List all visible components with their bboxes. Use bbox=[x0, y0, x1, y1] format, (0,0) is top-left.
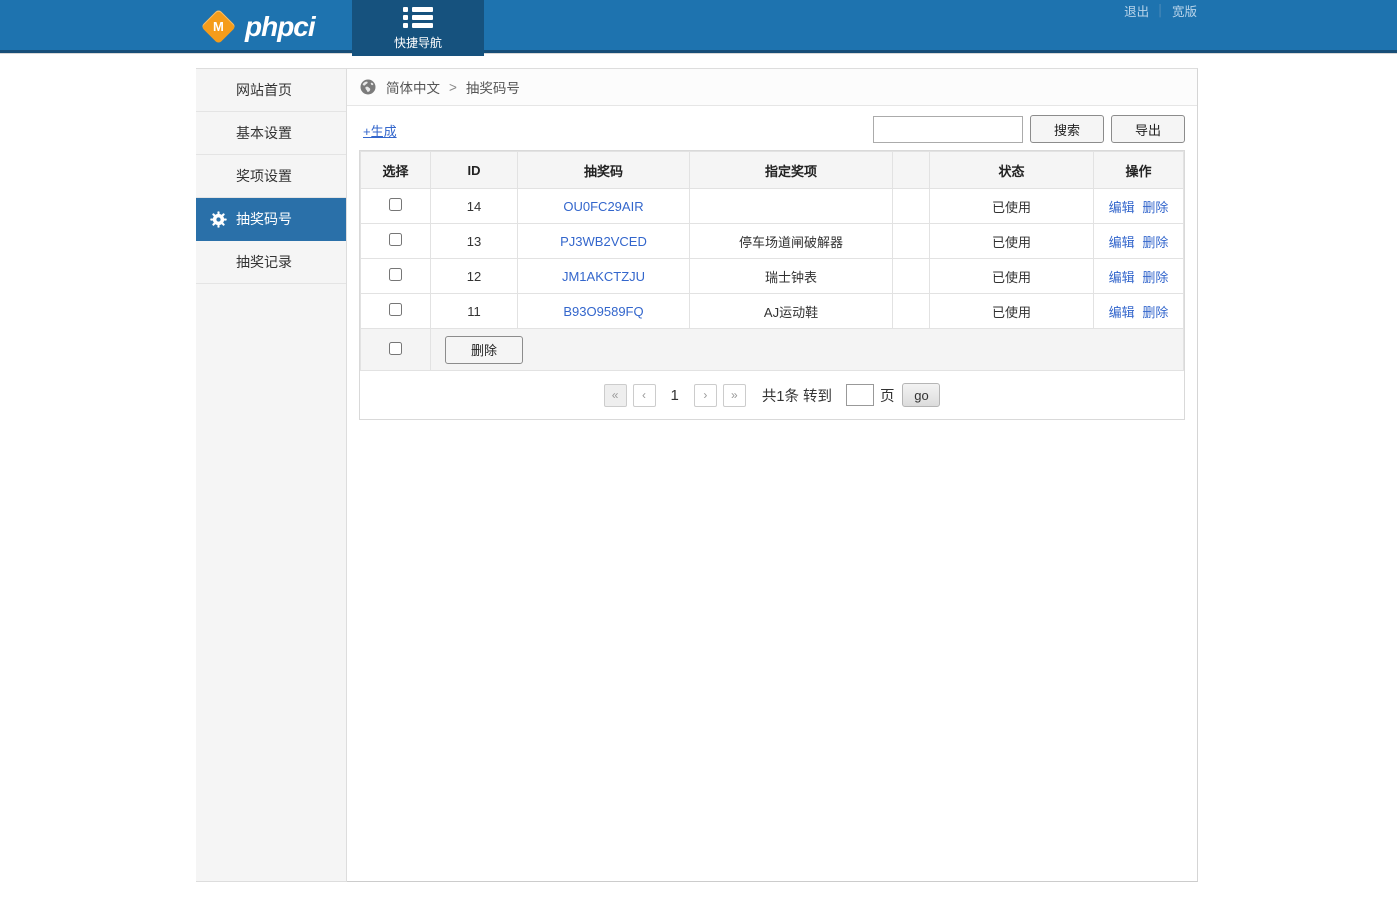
code-link[interactable]: OU0FC29AIR bbox=[563, 199, 643, 214]
bulk-delete-button[interactable]: 删除 bbox=[445, 336, 523, 364]
sidebar-item-basic-settings[interactable]: 基本设置 bbox=[196, 112, 346, 155]
first-page-button[interactable]: « bbox=[604, 384, 627, 407]
sidebar-item-label: 奖项设置 bbox=[236, 168, 292, 184]
cell-prize: 停车场道闸破解器 bbox=[690, 224, 893, 259]
logo-text: phpci bbox=[245, 11, 315, 43]
cell-empty bbox=[893, 189, 930, 224]
last-page-button[interactable]: » bbox=[723, 384, 746, 407]
cell-id: 14 bbox=[431, 189, 518, 224]
code-link[interactable]: JM1AKCTZJU bbox=[562, 269, 645, 284]
breadcrumb-current: 抽奖码号 bbox=[466, 77, 520, 97]
search-input[interactable] bbox=[873, 116, 1023, 143]
next-page-button[interactable]: › bbox=[694, 384, 717, 407]
sidebar-item-prize-settings[interactable]: 奖项设置 bbox=[196, 155, 346, 198]
globe-icon bbox=[359, 78, 377, 96]
search-area: 搜索 导出 bbox=[873, 115, 1185, 143]
row-checkbox[interactable] bbox=[389, 303, 402, 316]
codes-table: 选择 ID 抽奖码 指定奖项 状态 操作 14 OU0FC29AIR bbox=[360, 151, 1184, 371]
pagination-total-text: 共1条 转到 bbox=[762, 385, 832, 406]
content-wrapper: 网站首页 基本设置 奖项设置 bbox=[196, 68, 1198, 882]
edit-link[interactable]: 编辑 bbox=[1109, 305, 1135, 320]
code-link[interactable]: PJ3WB2VCED bbox=[560, 234, 647, 249]
cell-prize: 瑞士钟表 bbox=[690, 259, 893, 294]
sidebar-item-label: 抽奖记录 bbox=[236, 254, 292, 270]
sidebar-item-lottery-records[interactable]: 抽奖记录 bbox=[196, 241, 346, 284]
current-page-number: 1 bbox=[671, 387, 679, 404]
delete-link[interactable]: 删除 bbox=[1142, 305, 1168, 320]
cell-id: 13 bbox=[431, 224, 518, 259]
header-shadow-line bbox=[0, 53, 1397, 54]
sidebar-item-lottery-codes[interactable]: 抽奖码号 bbox=[196, 198, 346, 241]
col-header-actions: 操作 bbox=[1094, 152, 1184, 189]
col-header-code: 抽奖码 bbox=[518, 152, 690, 189]
table-footer-row: 删除 bbox=[361, 329, 1184, 371]
app-logo: M phpci bbox=[206, 0, 315, 53]
top-right-links: 退出 │ 宽版 bbox=[1124, 1, 1197, 20]
search-button[interactable]: 搜索 bbox=[1030, 115, 1104, 143]
cell-prize bbox=[690, 189, 893, 224]
row-checkbox[interactable] bbox=[389, 268, 402, 281]
prev-page-button[interactable]: ‹ bbox=[633, 384, 656, 407]
cell-empty bbox=[893, 294, 930, 329]
sidebar-item-home[interactable]: 网站首页 bbox=[196, 69, 346, 112]
logo-diamond-icon: M bbox=[201, 9, 236, 44]
row-checkbox[interactable] bbox=[389, 233, 402, 246]
cell-empty bbox=[893, 224, 930, 259]
top-header-bar: M phpci 快捷导航 退出 │ 宽版 bbox=[0, 0, 1397, 53]
col-header-id: ID bbox=[431, 152, 518, 189]
codes-table-box: 选择 ID 抽奖码 指定奖项 状态 操作 14 OU0FC29AIR bbox=[359, 150, 1185, 420]
col-header-empty bbox=[893, 152, 930, 189]
edit-link[interactable]: 编辑 bbox=[1109, 270, 1135, 285]
cell-id: 11 bbox=[431, 294, 518, 329]
export-button[interactable]: 导出 bbox=[1111, 115, 1185, 143]
breadcrumb-separator: > bbox=[449, 80, 457, 95]
cell-status: 已使用 bbox=[930, 294, 1094, 329]
col-header-status: 状态 bbox=[930, 152, 1094, 189]
quick-nav-button[interactable]: 快捷导航 bbox=[352, 0, 484, 56]
edit-link[interactable]: 编辑 bbox=[1109, 200, 1135, 215]
go-button[interactable]: go bbox=[902, 383, 940, 407]
logo-letter: M bbox=[213, 19, 224, 34]
col-header-prize: 指定奖项 bbox=[690, 152, 893, 189]
table-row: 14 OU0FC29AIR 已使用 编辑 删除 bbox=[361, 189, 1184, 224]
main-panel: 简体中文 > 抽奖码号 +生成 搜索 导出 选择 ID bbox=[347, 68, 1198, 882]
cell-empty bbox=[893, 259, 930, 294]
gear-icon bbox=[210, 211, 227, 228]
table-header-row: 选择 ID 抽奖码 指定奖项 状态 操作 bbox=[361, 152, 1184, 189]
page-number-input[interactable] bbox=[846, 384, 874, 406]
breadcrumb: 简体中文 > 抽奖码号 bbox=[347, 69, 1197, 106]
table-row: 11 B93O9589FQ AJ运动鞋 已使用 编辑 删除 bbox=[361, 294, 1184, 329]
link-separator: │ bbox=[1157, 5, 1164, 17]
cell-status: 已使用 bbox=[930, 259, 1094, 294]
sidebar: 网站首页 基本设置 奖项设置 bbox=[196, 68, 347, 882]
code-link[interactable]: B93O9589FQ bbox=[563, 304, 643, 319]
sidebar-item-label: 抽奖码号 bbox=[236, 211, 292, 227]
delete-link[interactable]: 删除 bbox=[1142, 270, 1168, 285]
table-row: 12 JM1AKCTZJU 瑞士钟表 已使用 编辑 删除 bbox=[361, 259, 1184, 294]
sidebar-item-label: 基本设置 bbox=[236, 125, 292, 141]
toolbar: +生成 搜索 导出 bbox=[347, 106, 1197, 150]
logout-link[interactable]: 退出 bbox=[1124, 1, 1149, 20]
wide-version-link[interactable]: 宽版 bbox=[1172, 1, 1197, 20]
pagination: « ‹ 1 › » 共1条 转到 页 go bbox=[360, 371, 1184, 419]
cell-id: 12 bbox=[431, 259, 518, 294]
sidebar-item-label: 网站首页 bbox=[236, 82, 292, 98]
list-icon bbox=[403, 7, 433, 28]
delete-link[interactable]: 删除 bbox=[1142, 200, 1168, 215]
table-row: 13 PJ3WB2VCED 停车场道闸破解器 已使用 编辑 删除 bbox=[361, 224, 1184, 259]
page-unit-label: 页 bbox=[880, 385, 895, 406]
breadcrumb-lang: 简体中文 bbox=[386, 77, 440, 97]
delete-link[interactable]: 删除 bbox=[1142, 235, 1168, 250]
cell-status: 已使用 bbox=[930, 224, 1094, 259]
row-checkbox[interactable] bbox=[389, 198, 402, 211]
quick-nav-label: 快捷导航 bbox=[394, 34, 442, 51]
select-all-checkbox[interactable] bbox=[389, 342, 402, 355]
cell-prize: AJ运动鞋 bbox=[690, 294, 893, 329]
generate-link[interactable]: +生成 bbox=[363, 121, 397, 140]
edit-link[interactable]: 编辑 bbox=[1109, 235, 1135, 250]
col-header-select: 选择 bbox=[361, 152, 431, 189]
cell-status: 已使用 bbox=[930, 189, 1094, 224]
